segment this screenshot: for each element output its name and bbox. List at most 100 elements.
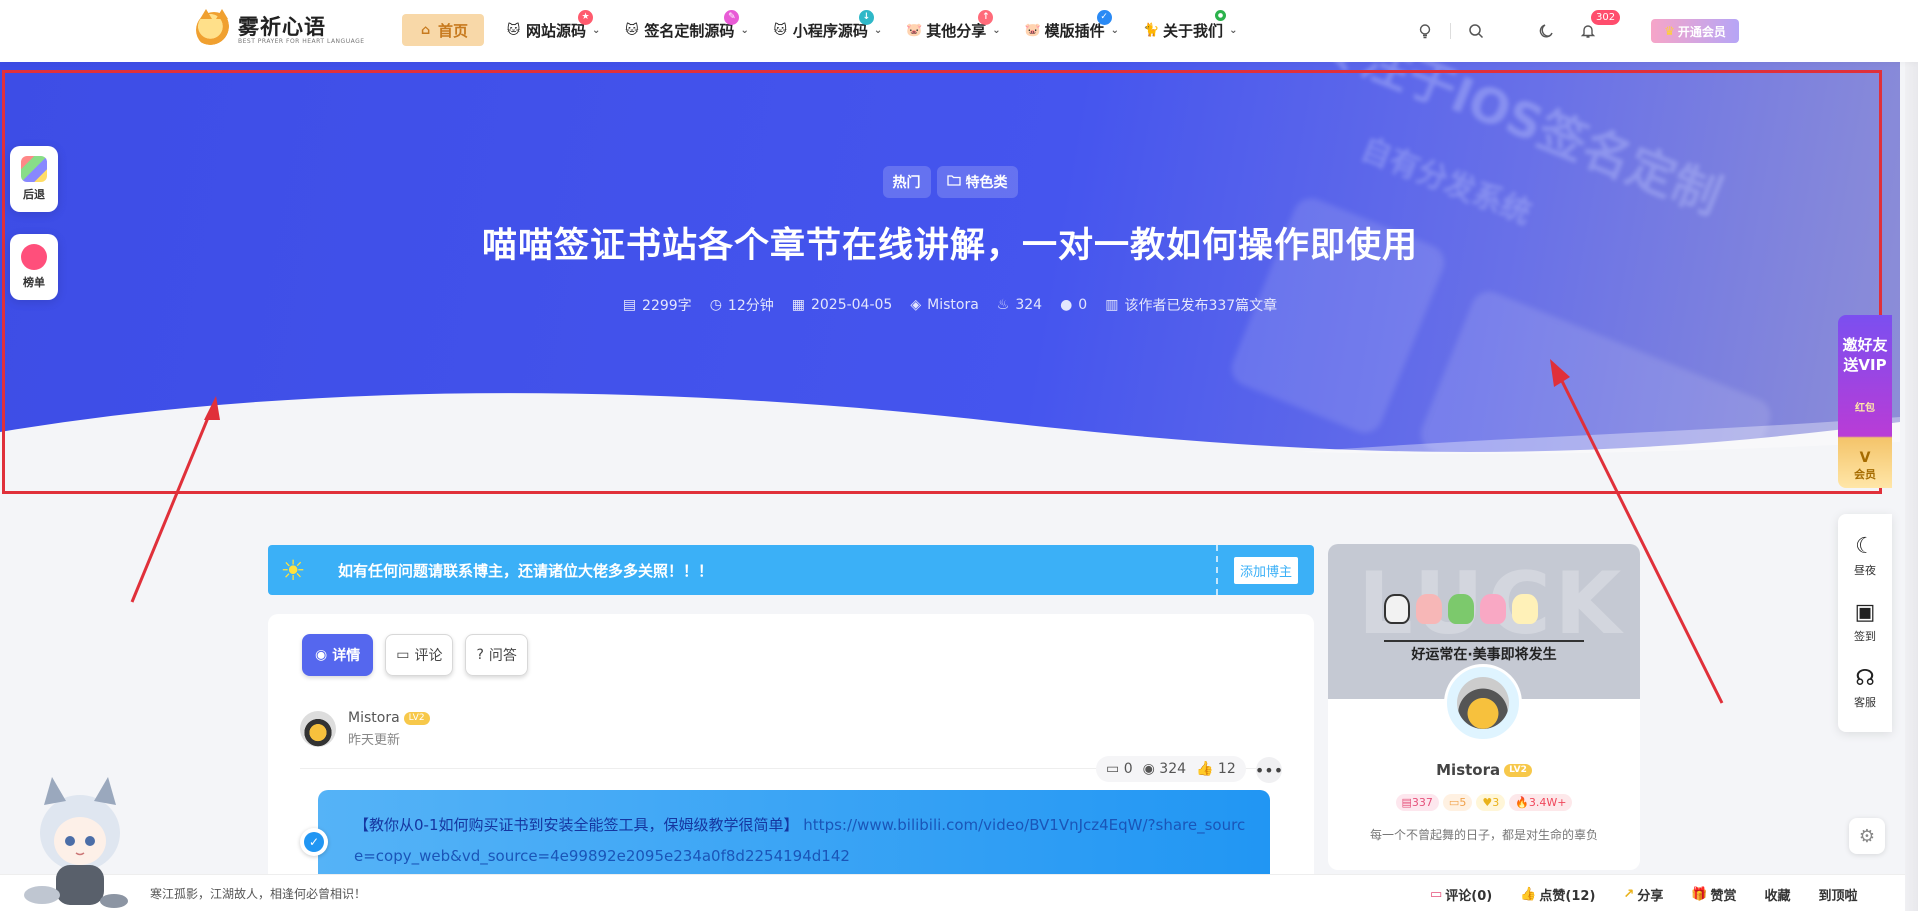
footer-comment-button[interactable]: ▭ 评论(0)	[1430, 885, 1492, 904]
article-title: 喵喵签证书站各个章节在线讲解，一对一教如何操作即使用	[481, 226, 1418, 266]
vip-v-icon: V	[1859, 450, 1871, 466]
views-count: 324	[1159, 761, 1187, 777]
nav-item-miniprogram-source[interactable]: 🐱 小程序源码 ↓ ⌄	[765, 10, 890, 46]
nav-item-website-source[interactable]: 🐱 网站源码 ★ ⌄	[498, 10, 608, 46]
footer-share-button[interactable]: ↗ 分享	[1623, 885, 1663, 904]
meta-author[interactable]: ◈ Mistora	[910, 295, 978, 315]
promo-line-2: 送VIP	[1843, 356, 1887, 374]
frog-character	[1448, 594, 1474, 624]
nav-label: 签名定制源码	[644, 21, 735, 40]
author-motto: 每一个不曾起舞的日子，都是对生命的辜负	[1369, 828, 1598, 842]
nav-label: 首页	[438, 21, 469, 40]
chevron-down-icon: ⌄	[592, 24, 601, 36]
tag-category[interactable]: 特色类	[936, 166, 1018, 198]
meta-words-value: 2299字	[642, 298, 692, 314]
site-logo[interactable]: 雾祈心语 BEST PRAYER FOR HEART LANGUAGE	[196, 9, 365, 48]
heat-stat[interactable]: 🔥3.4W+	[1509, 794, 1573, 811]
footer-reward-button[interactable]: 🎁 赞赏	[1691, 885, 1736, 904]
more-options-button[interactable]: •••	[1255, 757, 1283, 783]
sun-icon: ☀	[280, 553, 306, 587]
check-badge-icon: ✓	[1096, 10, 1112, 25]
moon-icon[interactable]	[1531, 16, 1561, 46]
comment-icon: ▭	[1448, 796, 1460, 809]
ranking-button[interactable]: 榜单	[10, 234, 58, 300]
cat-logo-icon	[196, 9, 232, 48]
footer-quote: 寒江孤影，江湖故人，相逢何必曾相识！	[150, 886, 367, 901]
anime-mascot-image[interactable]	[22, 775, 137, 911]
check-in-button[interactable]: ▣ 签到	[1854, 602, 1876, 644]
day-night-toggle[interactable]: ☾ 昼夜	[1854, 536, 1876, 578]
pig-icon: 🐷	[1024, 22, 1041, 38]
bell-icon[interactable]: 302	[1573, 10, 1621, 46]
chick-character	[1512, 594, 1538, 624]
comments-stat[interactable]: ▭ 0	[1106, 761, 1133, 777]
footer-favorite-button[interactable]: 收藏	[1765, 885, 1791, 904]
meta-date: ▦ 2025-04-05	[792, 295, 893, 315]
article-hero-banner: 专注于IOS签名定制 自有分发系统 热门 特色类 喵喵签证书站各个章节在线讲解，…	[0, 62, 1900, 492]
calendar-icon: ▣	[1854, 600, 1876, 625]
doc-icon: ▤	[1401, 796, 1412, 809]
comments-stat[interactable]: ▭5	[1442, 794, 1473, 811]
invite-friends-promo[interactable]: 邀好友 送VIP 红包 V 会员	[1838, 315, 1892, 488]
tab-label: 评论	[414, 648, 443, 664]
tab-qa[interactable]: ? 问答	[465, 634, 528, 676]
page-scrollbar[interactable]	[1905, 0, 1918, 911]
check-in-label: 签到	[1854, 630, 1876, 643]
open-vip-button[interactable]: ♛ 开通会员	[1651, 19, 1739, 43]
likes-stat[interactable]: 👍 12	[1196, 761, 1236, 777]
footer-back-to-top-button[interactable]: 到顶啦	[1819, 885, 1858, 904]
tag-hot[interactable]: 热门	[882, 166, 931, 198]
tab-comments[interactable]: ▭ 评论	[385, 634, 454, 676]
tab-label: 详情	[332, 648, 361, 664]
author-name: Mistora LV2	[1328, 761, 1640, 779]
article-meta: ▤ 2299字 ◷ 12分钟 ▦ 2025-04-05 ◈ Mistora ♨ …	[0, 295, 1900, 315]
likes-stat[interactable]: ♥3	[1476, 794, 1506, 811]
footer-action-label: 到顶啦	[1818, 889, 1858, 904]
meta-views: ♨ 324	[997, 295, 1042, 315]
home-icon: ⌂	[420, 22, 431, 38]
promo-sub: 红包	[1855, 403, 1875, 414]
search-icon[interactable]	[1461, 16, 1491, 46]
comment-icon: ▭	[1106, 761, 1120, 777]
author-name-text[interactable]: Mistora	[1436, 761, 1500, 779]
hero-tags: 热门 特色类	[0, 166, 1900, 198]
posts-stat[interactable]: ▤337	[1395, 794, 1439, 811]
vip-label: 会员	[1854, 468, 1876, 481]
level-badge: LV2	[1504, 763, 1532, 777]
vip-member-label[interactable]: V 会员	[1838, 450, 1892, 482]
meta-read-time-value: 12分钟	[727, 298, 774, 314]
author-row: Mistora LV2 昨天更新	[300, 710, 430, 748]
pig-icon: 🐷	[906, 22, 923, 38]
nav-item-signature-source[interactable]: 🐱 签名定制源码 ✎ ⌄	[616, 10, 756, 46]
comment-icon: ▭	[396, 647, 410, 663]
meta-comments-value: 0	[1078, 297, 1088, 313]
flame-icon: ♨	[996, 297, 1010, 313]
add-blogger-button[interactable]: 添加博主	[1233, 556, 1298, 584]
nav-item-template-plugin[interactable]: 🐷 模版插件 ✓ ⌄	[1017, 10, 1127, 46]
author-avatar[interactable]	[1444, 664, 1522, 742]
tab-details[interactable]: ◉ 详情	[302, 634, 374, 676]
customer-service-button[interactable]: ☊ 客服	[1854, 668, 1876, 710]
author-name-text[interactable]: Mistora	[348, 710, 400, 726]
nav-item-about-us[interactable]: 🐈 关于我们 ● ⌄	[1135, 10, 1245, 46]
back-label: 后退	[23, 188, 45, 201]
note-title: 【教你从0-1如何购买证书到安装全能签工具，保姆级教学很简单】	[354, 816, 799, 834]
panda-character	[1384, 594, 1410, 624]
article-card: ◉ 详情 ▭ 评论 ? 问答 Mistora LV2 昨天更新 ▭ 0 ◉ 32…	[268, 614, 1314, 911]
avatar[interactable]	[300, 711, 336, 747]
footer-like-button[interactable]: 👍 点赞(12)	[1520, 885, 1595, 904]
nav-item-home[interactable]: ⌂ 首页	[402, 14, 485, 46]
right-tool-panel: ☾ 昼夜 ▣ 签到 ☊ 客服	[1838, 514, 1892, 732]
tag-label: 热门	[892, 175, 921, 191]
nav-item-other-share[interactable]: 🐷 其他分享 ↑ ⌄	[898, 10, 1008, 46]
rabbit-character	[1480, 594, 1506, 624]
tab-label: 问答	[488, 648, 517, 664]
lightbulb-icon[interactable]	[1410, 16, 1440, 46]
author-stats: ▤337 ▭5 ♥3 🔥3.4W+	[1328, 794, 1640, 811]
banner-slogan: 好运常在·美事即将发生	[1411, 647, 1557, 663]
settings-gear-icon[interactable]: ⚙	[1849, 818, 1885, 854]
question-icon: ?	[476, 647, 484, 663]
back-button[interactable]: 后退	[10, 146, 58, 212]
folder-icon	[946, 174, 961, 190]
footer-actions: ▭ 评论(0) 👍 点赞(12) ↗ 分享 🎁 赞赏 收藏 到顶啦	[1430, 885, 1858, 904]
